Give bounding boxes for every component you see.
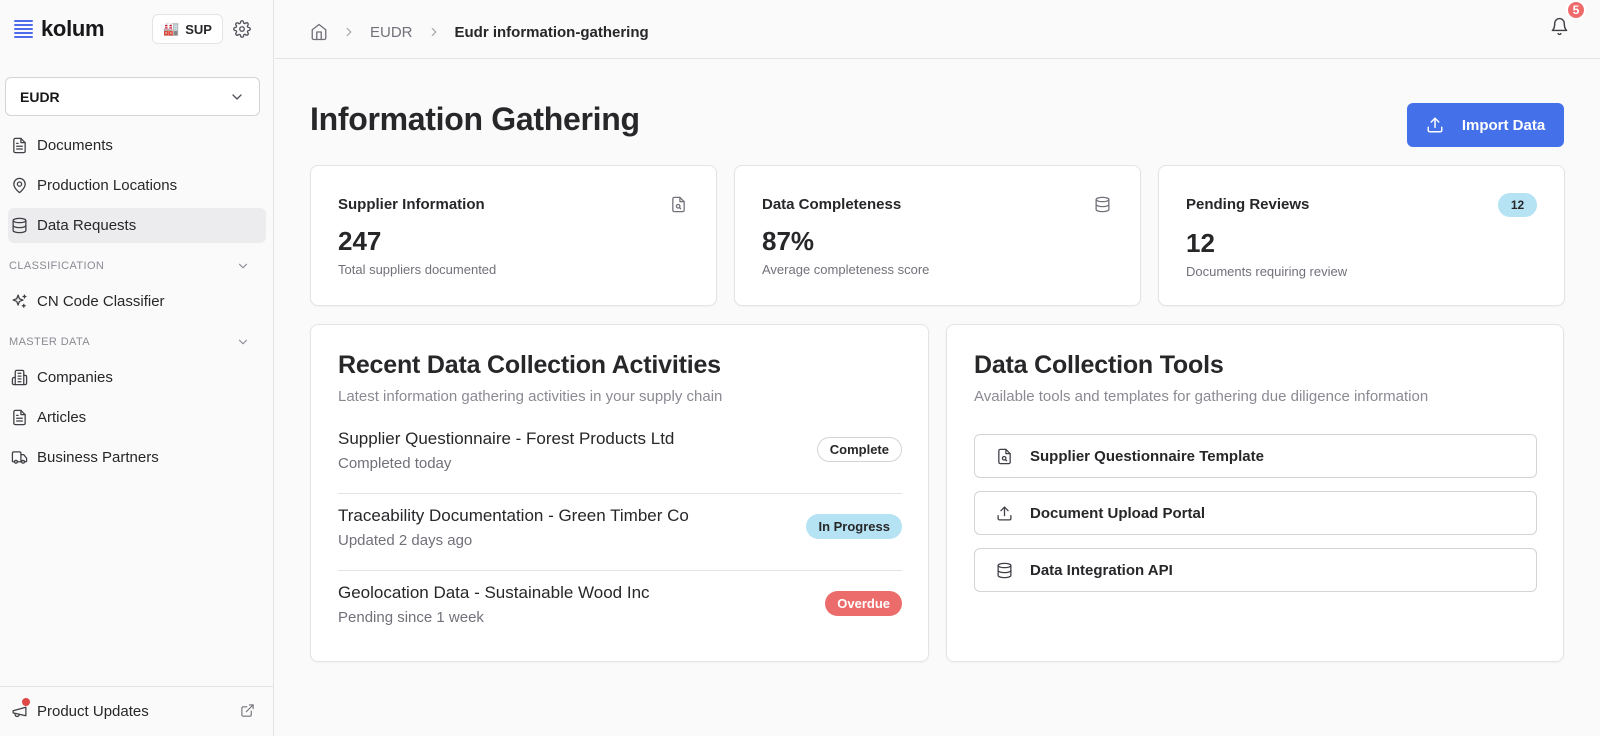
activity-subtitle: Pending since 1 week	[338, 609, 484, 626]
module-select-value: EUDR	[20, 88, 60, 105]
import-data-button[interactable]: Import Data	[1407, 103, 1564, 147]
upload-icon	[1427, 117, 1443, 133]
file-search-icon	[995, 447, 1013, 465]
activity-title: Geolocation Data - Sustainable Wood Inc	[338, 583, 650, 602]
truck-icon	[10, 449, 28, 467]
map-pin-icon	[10, 177, 28, 195]
stat-sub: Total suppliers documented	[338, 262, 497, 277]
file-text-icon	[10, 409, 28, 427]
sidebar-item-label: Documents	[37, 137, 113, 154]
sidebar-item-label: Articles	[37, 409, 87, 426]
tool-supplier-questionnaire-template[interactable]: Supplier Questionnaire Template	[974, 434, 1537, 478]
section-label: CLASSIFICATION	[9, 260, 105, 272]
panel-title: Recent Data Collection Activities	[338, 351, 721, 379]
activity-item[interactable]: Traceability Documentation - Green Timbe…	[338, 494, 902, 571]
chevron-down-icon	[238, 339, 248, 345]
activity-item[interactable]: Supplier Questionnaire - Forest Products…	[338, 417, 902, 494]
unread-dot	[22, 697, 30, 706]
sidebar-item-label: Companies	[37, 369, 113, 386]
stat-value: 87%	[762, 226, 815, 256]
sidebar: kolum 🏭 SUP EUDR Documents Production Lo…	[0, 0, 274, 736]
chevron-right-icon	[427, 25, 441, 39]
stat-card-pending-reviews: Pending Reviews 12 12 Documents requirin…	[1158, 165, 1565, 306]
sidebar-item-label: CN Code Classifier	[37, 293, 165, 310]
panel-subtitle: Latest information gathering activities …	[338, 388, 723, 405]
building-icon	[10, 369, 28, 387]
module-select[interactable]: EUDR	[5, 77, 260, 116]
breadcrumb-eudr[interactable]: EUDR	[370, 24, 413, 41]
activity-subtitle: Completed today	[338, 455, 452, 472]
stat-card-data-completeness: Data Completeness 87% Average completene…	[734, 165, 1141, 306]
tool-label: Document Upload Portal	[1030, 504, 1206, 522]
home-icon[interactable]	[310, 23, 328, 41]
database-icon	[10, 217, 28, 235]
tool-label: Supplier Questionnaire Template	[1030, 447, 1264, 465]
section-master-data[interactable]: MASTER DATA	[8, 324, 266, 360]
notification-count-badge: 5	[1566, 0, 1586, 20]
upload-icon	[995, 504, 1013, 522]
chevron-right-icon	[342, 25, 356, 39]
file-search-icon	[670, 196, 688, 214]
sidebar-item-label: Business Partners	[37, 449, 159, 466]
org-badge[interactable]: 🏭 SUP	[152, 14, 223, 44]
sidebar-nav: Documents Production Locations Data Requ…	[0, 128, 274, 480]
kolum-logo-icon	[14, 20, 33, 38]
factory-icon: 🏭	[163, 21, 180, 36]
megaphone-icon	[10, 697, 30, 721]
external-link-icon	[240, 703, 256, 719]
stat-label: Pending Reviews	[1186, 196, 1310, 213]
sidebar-item-label: Data Requests	[37, 217, 137, 234]
tool-document-upload-portal[interactable]: Document Upload Portal	[974, 491, 1537, 535]
import-data-label: Import Data	[1461, 116, 1546, 134]
activity-subtitle: Updated 2 days ago	[338, 532, 473, 549]
activity-title: Supplier Questionnaire - Forest Products…	[338, 429, 675, 448]
section-label: MASTER DATA	[9, 336, 90, 348]
file-text-icon	[10, 137, 28, 155]
database-icon	[995, 561, 1013, 579]
section-classification[interactable]: CLASSIFICATION	[8, 248, 266, 284]
product-updates-link[interactable]: Product Updates	[0, 686, 274, 736]
gear-icon[interactable]	[232, 19, 252, 39]
stat-value: 12	[1186, 228, 1215, 258]
product-updates-label: Product Updates	[37, 703, 149, 720]
brand-logo[interactable]: kolum	[14, 16, 105, 42]
stat-card-supplier-information: Supplier Information 247 Total suppliers…	[310, 165, 717, 306]
status-badge: Complete	[816, 437, 902, 462]
data-collection-tools-panel: Data Collection Tools Available tools an…	[946, 324, 1564, 662]
stat-label: Data Completeness	[762, 196, 902, 213]
top-bar: EUDR Eudr information-gathering 5	[275, 0, 1600, 59]
breadcrumb: EUDR Eudr information-gathering	[310, 23, 649, 41]
chevron-down-icon	[232, 93, 242, 100]
sidebar-item-business-partners[interactable]: Business Partners	[8, 440, 266, 475]
stat-value: 247	[338, 226, 382, 256]
bell-icon[interactable]	[1550, 17, 1570, 37]
activity-title: Traceability Documentation - Green Timbe…	[338, 506, 689, 525]
tool-label: Data Integration API	[1030, 561, 1173, 579]
database-icon	[1094, 196, 1112, 214]
stat-sub: Documents requiring review	[1186, 264, 1348, 279]
sidebar-item-documents[interactable]: Documents	[8, 128, 266, 163]
status-badge: Overdue	[825, 591, 902, 616]
page-title: Information Gathering	[310, 101, 640, 137]
stat-label: Supplier Information	[338, 196, 485, 213]
panel-title: Data Collection Tools	[974, 351, 1224, 379]
sidebar-item-label: Production Locations	[37, 177, 178, 194]
brand-name: kolum	[41, 16, 105, 41]
sidebar-item-data-requests[interactable]: Data Requests	[8, 208, 266, 243]
sparkles-icon	[10, 293, 28, 311]
status-badge: In Progress	[806, 514, 902, 539]
sidebar-item-articles[interactable]: Articles	[8, 400, 266, 435]
tool-data-integration-api[interactable]: Data Integration API	[974, 548, 1537, 592]
org-badge-label: SUP	[185, 21, 212, 37]
panel-subtitle: Available tools and templates for gather…	[974, 388, 1429, 405]
sidebar-item-cn-code-classifier[interactable]: CN Code Classifier	[8, 284, 266, 319]
breadcrumb-current: Eudr information-gathering	[454, 23, 649, 41]
chevron-down-icon	[238, 263, 248, 269]
activity-item[interactable]: Geolocation Data - Sustainable Wood Inc …	[338, 571, 902, 648]
recent-activities-panel: Recent Data Collection Activities Latest…	[310, 324, 929, 662]
pending-count-badge: 12	[1498, 193, 1537, 217]
sidebar-item-production-locations[interactable]: Production Locations	[8, 168, 266, 203]
sidebar-item-companies[interactable]: Companies	[8, 360, 266, 395]
stat-sub: Average completeness score	[762, 262, 930, 277]
